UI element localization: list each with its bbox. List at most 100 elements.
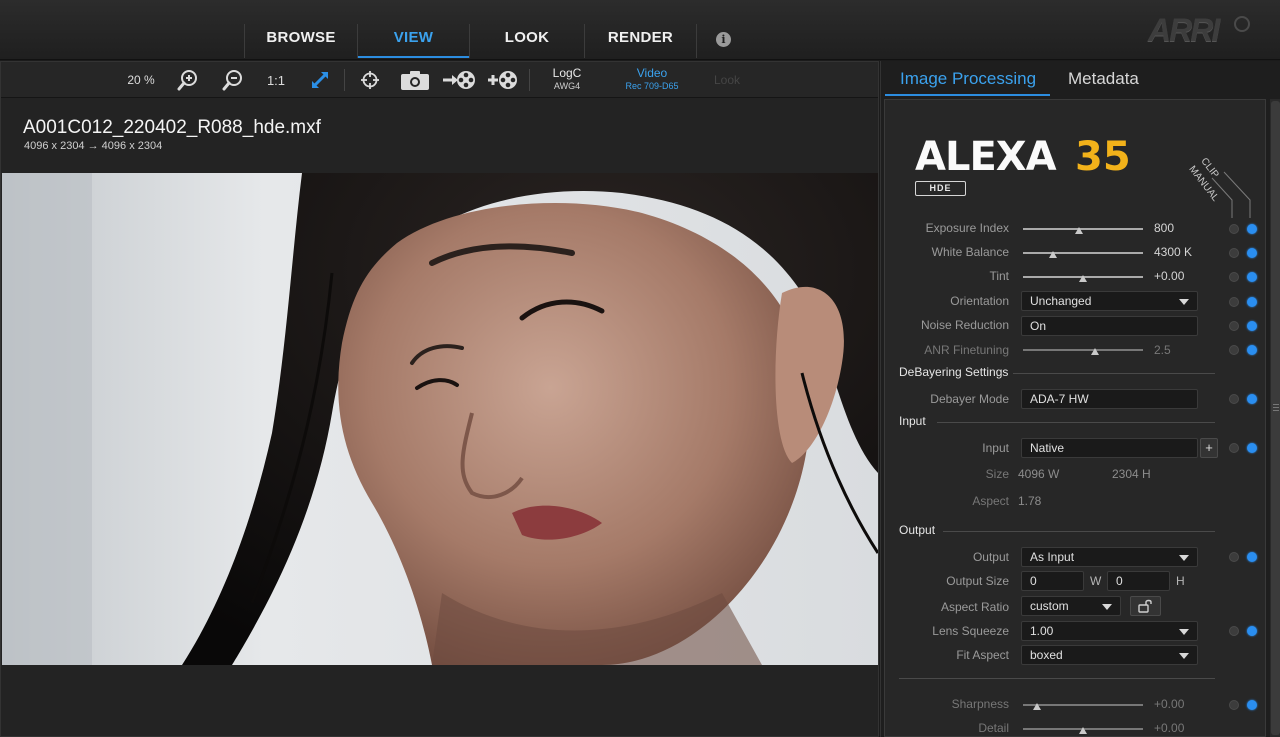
zoom-out-icon[interactable] (221, 68, 245, 92)
export-reel-icon[interactable] (442, 68, 476, 92)
manual-source-dot[interactable] (1247, 443, 1257, 453)
anr-finetuning-value: 2.5 (1154, 343, 1171, 357)
white-balance-slider[interactable] (1023, 251, 1143, 258)
video-label: Video (636, 66, 668, 80)
manual-source-dot[interactable] (1247, 321, 1257, 331)
toolbar-divider (344, 69, 345, 91)
output-width-input[interactable]: 0 (1021, 571, 1084, 591)
detail-thumb[interactable] (1079, 727, 1087, 734)
unlock-icon (1137, 599, 1152, 613)
aspect-ratio-label: Aspect Ratio (940, 600, 1009, 614)
size-height: 2304 H (1112, 467, 1151, 481)
orientation-dropdown[interactable]: Unchanged (1021, 291, 1198, 311)
detail-value: +0.00 (1154, 721, 1185, 735)
top-navigation-bar: BROWSE VIEW LOOK RENDER i ARRI (0, 0, 1280, 60)
debayering-section-title: DeBayering Settings (899, 365, 1009, 379)
clip-source-dot[interactable] (1229, 321, 1239, 331)
scroll-grip (1273, 404, 1279, 405)
crosshair-icon[interactable] (358, 68, 382, 92)
manual-source-dot[interactable] (1247, 552, 1257, 562)
output-height-input[interactable]: 0 (1107, 571, 1170, 591)
exposure-index-slider[interactable] (1023, 227, 1143, 234)
tab-browse[interactable]: BROWSE (244, 24, 357, 58)
output-label: Output (972, 550, 1009, 564)
noise-reduction-label: Noise Reduction (920, 318, 1009, 332)
settings-body: ALEXA 35 HDE CLIP MANUAL Exposure Index … (884, 99, 1266, 737)
clip-source-dot[interactable] (1229, 297, 1239, 307)
fit-aspect-label: Fit Aspect (956, 648, 1009, 662)
lens-squeeze-label: Lens Squeeze (932, 624, 1009, 638)
model-number: 35 (1075, 134, 1131, 180)
tab-render[interactable]: RENDER (584, 24, 697, 58)
add-input-button[interactable]: + (1200, 438, 1218, 458)
clip-source-dot[interactable] (1229, 626, 1239, 636)
tab-view[interactable]: VIEW (357, 24, 469, 58)
section-divider (937, 422, 1215, 423)
lens-squeeze-dropdown[interactable]: 1.00 (1021, 621, 1198, 641)
viewer-toolbar: 20 % 1:1 LogC AWG4 Video Rec 709-D65 Loo… (1, 62, 878, 98)
viewer-image[interactable] (2, 173, 878, 665)
manual-source-dot[interactable] (1247, 272, 1257, 282)
camera-snapshot-icon[interactable] (400, 68, 430, 92)
clip-source-dot[interactable] (1229, 248, 1239, 258)
toolbar-divider (529, 69, 530, 91)
one-to-one-button[interactable]: 1:1 (263, 68, 289, 92)
clip-source-dot[interactable] (1229, 443, 1239, 453)
look-mode-button[interactable]: Look (709, 68, 745, 92)
exposure-index-thumb[interactable] (1075, 227, 1084, 234)
section-divider (899, 678, 1215, 679)
zoom-level: 20 % (127, 73, 155, 87)
zoom-in-icon[interactable] (176, 68, 200, 92)
clip-filename: A001C012_220402_R088_hde.mxf (23, 117, 321, 138)
image-processing-panel: Image Processing Metadata ALEXA 35 HDE C… (880, 61, 1280, 737)
detail-slider[interactable] (1023, 727, 1143, 734)
tab-image-processing[interactable]: Image Processing (900, 69, 1036, 89)
output-height-unit: H (1176, 574, 1185, 588)
detail-label: Detail (978, 721, 1009, 735)
manual-source-dot[interactable] (1247, 700, 1257, 710)
clip-source-dot[interactable] (1229, 272, 1239, 282)
manual-source-dot[interactable] (1247, 248, 1257, 258)
column-header-lines (1211, 171, 1251, 218)
output-size-label: Output Size (946, 574, 1009, 588)
noise-reduction-field[interactable]: On (1021, 316, 1198, 336)
anr-finetuning-slider[interactable] (1023, 348, 1143, 355)
manual-source-dot[interactable] (1247, 394, 1257, 404)
tab-metadata[interactable]: Metadata (1068, 69, 1139, 89)
debayer-mode-field[interactable]: ADA-7 HW (1021, 389, 1198, 409)
manual-source-dot[interactable] (1247, 345, 1257, 355)
clip-source-dot[interactable] (1229, 394, 1239, 404)
tab-look[interactable]: LOOK (469, 24, 584, 58)
white-balance-label: White Balance (931, 245, 1009, 259)
aspect-lock-button[interactable] (1130, 596, 1161, 616)
manual-source-dot[interactable] (1247, 224, 1257, 234)
tint-slider[interactable] (1023, 275, 1143, 282)
panel-scrollbar[interactable] (1270, 99, 1280, 737)
output-dropdown[interactable]: As Input (1021, 547, 1198, 567)
clip-source-dot[interactable] (1229, 224, 1239, 234)
manual-source-dot[interactable] (1247, 297, 1257, 307)
fit-to-window-icon[interactable] (307, 68, 333, 92)
video-sublabel: Rec 709-D65 (625, 81, 679, 91)
video-mode-button[interactable]: Video Rec 709-D65 (613, 67, 691, 93)
anr-finetuning-thumb[interactable] (1091, 348, 1099, 355)
hde-badge: HDE (915, 181, 966, 196)
sharpness-thumb[interactable] (1033, 703, 1042, 710)
panel-scrollbar-thumb[interactable] (1271, 101, 1280, 735)
active-tab-indicator (885, 94, 1050, 96)
sharpness-slider[interactable] (1023, 703, 1143, 710)
logc-mode-button[interactable]: LogC AWG4 (546, 67, 588, 93)
clip-source-dot[interactable] (1229, 700, 1239, 710)
clip-source-dot[interactable] (1229, 345, 1239, 355)
fit-aspect-dropdown[interactable]: boxed (1021, 645, 1198, 665)
input-field[interactable]: Native (1021, 438, 1198, 458)
output-width-unit: W (1090, 574, 1102, 588)
info-icon[interactable]: i (716, 32, 731, 47)
aspect-ratio-dropdown[interactable]: custom (1021, 596, 1121, 616)
add-reel-icon[interactable] (487, 68, 519, 92)
white-balance-thumb[interactable] (1049, 251, 1057, 258)
input-section-title: Input (899, 414, 926, 428)
manual-source-dot[interactable] (1247, 626, 1257, 636)
clip-source-dot[interactable] (1229, 552, 1239, 562)
tint-thumb[interactable] (1079, 275, 1087, 282)
